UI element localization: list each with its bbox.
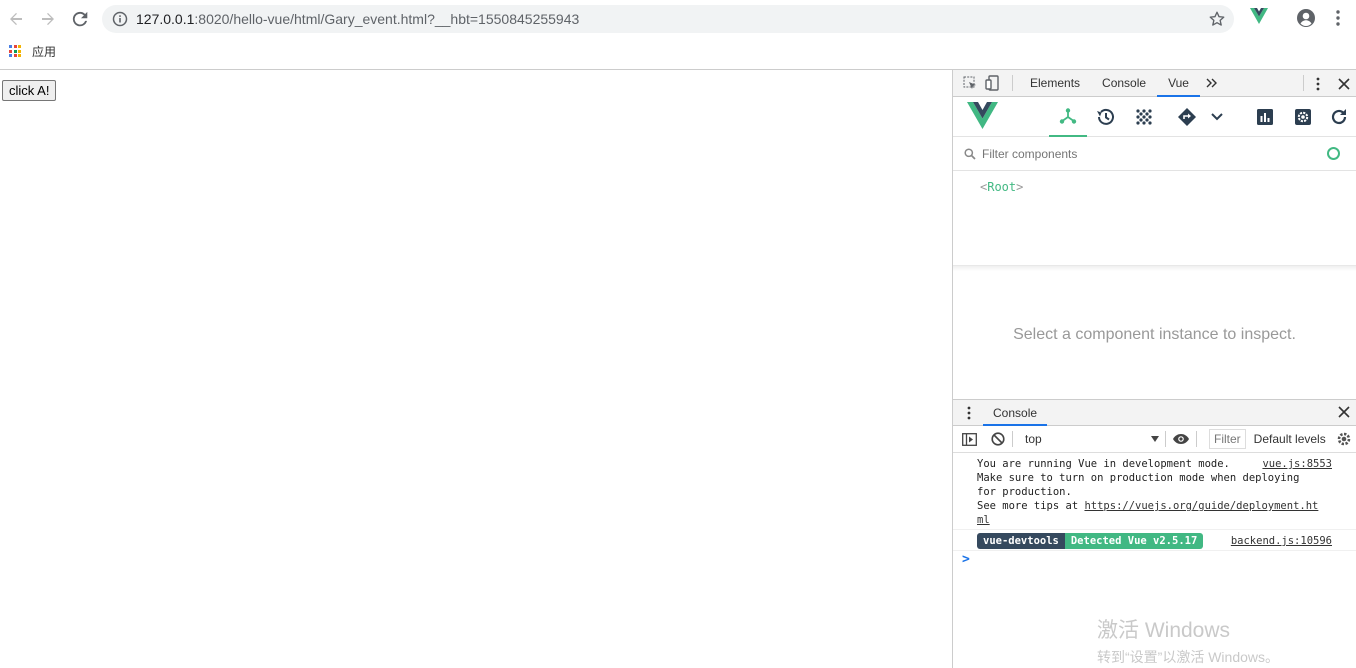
search-icon bbox=[964, 147, 976, 160]
routing-icon[interactable] bbox=[1168, 97, 1206, 137]
tab-elements[interactable]: Elements bbox=[1019, 70, 1091, 97]
clear-console-icon[interactable] bbox=[990, 431, 1006, 447]
devtools-menu-icon[interactable] bbox=[1310, 76, 1326, 92]
console-filter-input[interactable]: Filter bbox=[1209, 429, 1246, 449]
source-link-backend[interactable]: backend.js:10596 bbox=[1231, 534, 1332, 548]
drawer-menu-icon[interactable] bbox=[961, 405, 977, 421]
address-bar[interactable]: 127.0.0.1:8020/hello-vue/html/Gary_event… bbox=[102, 5, 1234, 33]
windows-activation-watermark: 激活 Windows 转到“设置”以激活 Windows。 bbox=[1097, 614, 1279, 667]
tab-console[interactable]: Console bbox=[1091, 70, 1157, 97]
forward-button[interactable] bbox=[37, 8, 59, 30]
bookmark-star-icon[interactable] bbox=[1208, 10, 1226, 28]
browser-menu-icon[interactable] bbox=[1332, 8, 1344, 33]
console-drawer-header: Console bbox=[953, 399, 1356, 426]
vue-logo-icon bbox=[967, 102, 998, 129]
watermark-subtitle: 转到“设置”以激活 Windows。 bbox=[1097, 649, 1280, 665]
vue-devtools-badge: vue-devtools bbox=[977, 533, 1065, 549]
deployment-guide-link-continued[interactable]: ml bbox=[977, 514, 990, 526]
console-log: vue.js:8553 You are running Vue in devel… bbox=[953, 453, 1356, 569]
filter-components-input[interactable] bbox=[982, 146, 1282, 161]
dropdown-arrow-icon bbox=[1151, 436, 1159, 442]
live-expression-eye-icon[interactable] bbox=[1172, 431, 1190, 447]
vue-devtools-extension-icon[interactable] bbox=[1250, 8, 1268, 29]
back-button[interactable] bbox=[5, 8, 27, 30]
more-tabs-chevron-icon[interactable] bbox=[1204, 75, 1220, 91]
console-prompt[interactable]: > bbox=[953, 551, 1356, 569]
info-icon[interactable] bbox=[112, 11, 128, 27]
console-settings-gear-icon[interactable] bbox=[1336, 431, 1352, 447]
select-component-target-icon[interactable] bbox=[1327, 147, 1340, 160]
inspect-element-icon[interactable] bbox=[962, 75, 978, 91]
refresh-icon[interactable] bbox=[1322, 97, 1356, 137]
root-component-node[interactable]: <Root> bbox=[980, 180, 1023, 194]
log-line: ml bbox=[977, 513, 1332, 527]
devtools-tabbar: Elements Console Vue bbox=[953, 70, 1356, 97]
log-line: See more tips at https://vuejs.org/guide… bbox=[977, 500, 1319, 512]
log-line: Make sure to turn on production mode whe… bbox=[977, 472, 1300, 484]
vuex-history-icon[interactable] bbox=[1087, 97, 1125, 137]
settings-gear-icon[interactable] bbox=[1284, 97, 1322, 137]
profile-avatar-icon[interactable] bbox=[1296, 8, 1316, 33]
device-toolbar-icon[interactable] bbox=[984, 75, 1000, 91]
source-link-vue[interactable]: vue.js:8553 bbox=[1262, 457, 1332, 471]
apps-grid-icon[interactable] bbox=[9, 45, 21, 57]
detected-vue-badge: Detected Vue v2.5.17 bbox=[1064, 533, 1204, 549]
drawer-tab-console[interactable]: Console bbox=[983, 400, 1048, 426]
apps-bookmark[interactable]: 应用 bbox=[32, 43, 56, 60]
vue-toolbar bbox=[953, 97, 1356, 137]
context-selector[interactable]: top bbox=[1025, 432, 1159, 446]
performance-icon[interactable] bbox=[1246, 97, 1284, 137]
log-line: for production. bbox=[977, 486, 1072, 498]
back-arrow-icon bbox=[10, 13, 22, 25]
component-tree: <Root> bbox=[953, 171, 1356, 265]
page-viewport: click A! bbox=[0, 70, 952, 668]
devtools-close-icon[interactable] bbox=[1336, 76, 1352, 92]
console-toolbar: top Filter Default levels bbox=[953, 426, 1356, 453]
log-levels-dropdown[interactable]: Default levels bbox=[1254, 432, 1326, 446]
drawer-close-icon[interactable] bbox=[1338, 405, 1350, 423]
tab-vue[interactable]: Vue bbox=[1157, 70, 1200, 97]
routing-dropdown-icon[interactable] bbox=[1202, 97, 1232, 137]
components-tab-icon[interactable] bbox=[1049, 97, 1087, 137]
reload-icon bbox=[72, 11, 88, 27]
console-message-dev-mode: vue.js:8553 You are running Vue in devel… bbox=[953, 453, 1356, 530]
devtools-panel: Elements Console Vue Filter components <… bbox=[952, 70, 1356, 668]
reload-button[interactable] bbox=[69, 8, 91, 30]
watermark-title: 激活 Windows bbox=[1097, 619, 1231, 642]
events-icon[interactable] bbox=[1125, 97, 1163, 137]
forward-arrow-icon bbox=[42, 13, 54, 25]
click-a-button[interactable]: click A! bbox=[2, 80, 57, 101]
console-message-devtools-detected: vue-devtools Detected Vue v2.5.17 backend… bbox=[953, 530, 1356, 551]
component-filter-bar bbox=[953, 137, 1356, 171]
browser-toolbar: 127.0.0.1:8020/hello-vue/html/Gary_event… bbox=[0, 0, 1356, 70]
deployment-guide-link[interactable]: https://vuejs.org/guide/deployment.ht bbox=[1084, 500, 1318, 512]
inspect-placeholder: Select a component instance to inspect. bbox=[1013, 326, 1296, 343]
bookmarks-bar: 应用 bbox=[0, 40, 56, 62]
url-text: 127.0.0.1:8020/hello-vue/html/Gary_event… bbox=[136, 11, 580, 27]
show-sidebar-icon[interactable] bbox=[961, 431, 977, 447]
